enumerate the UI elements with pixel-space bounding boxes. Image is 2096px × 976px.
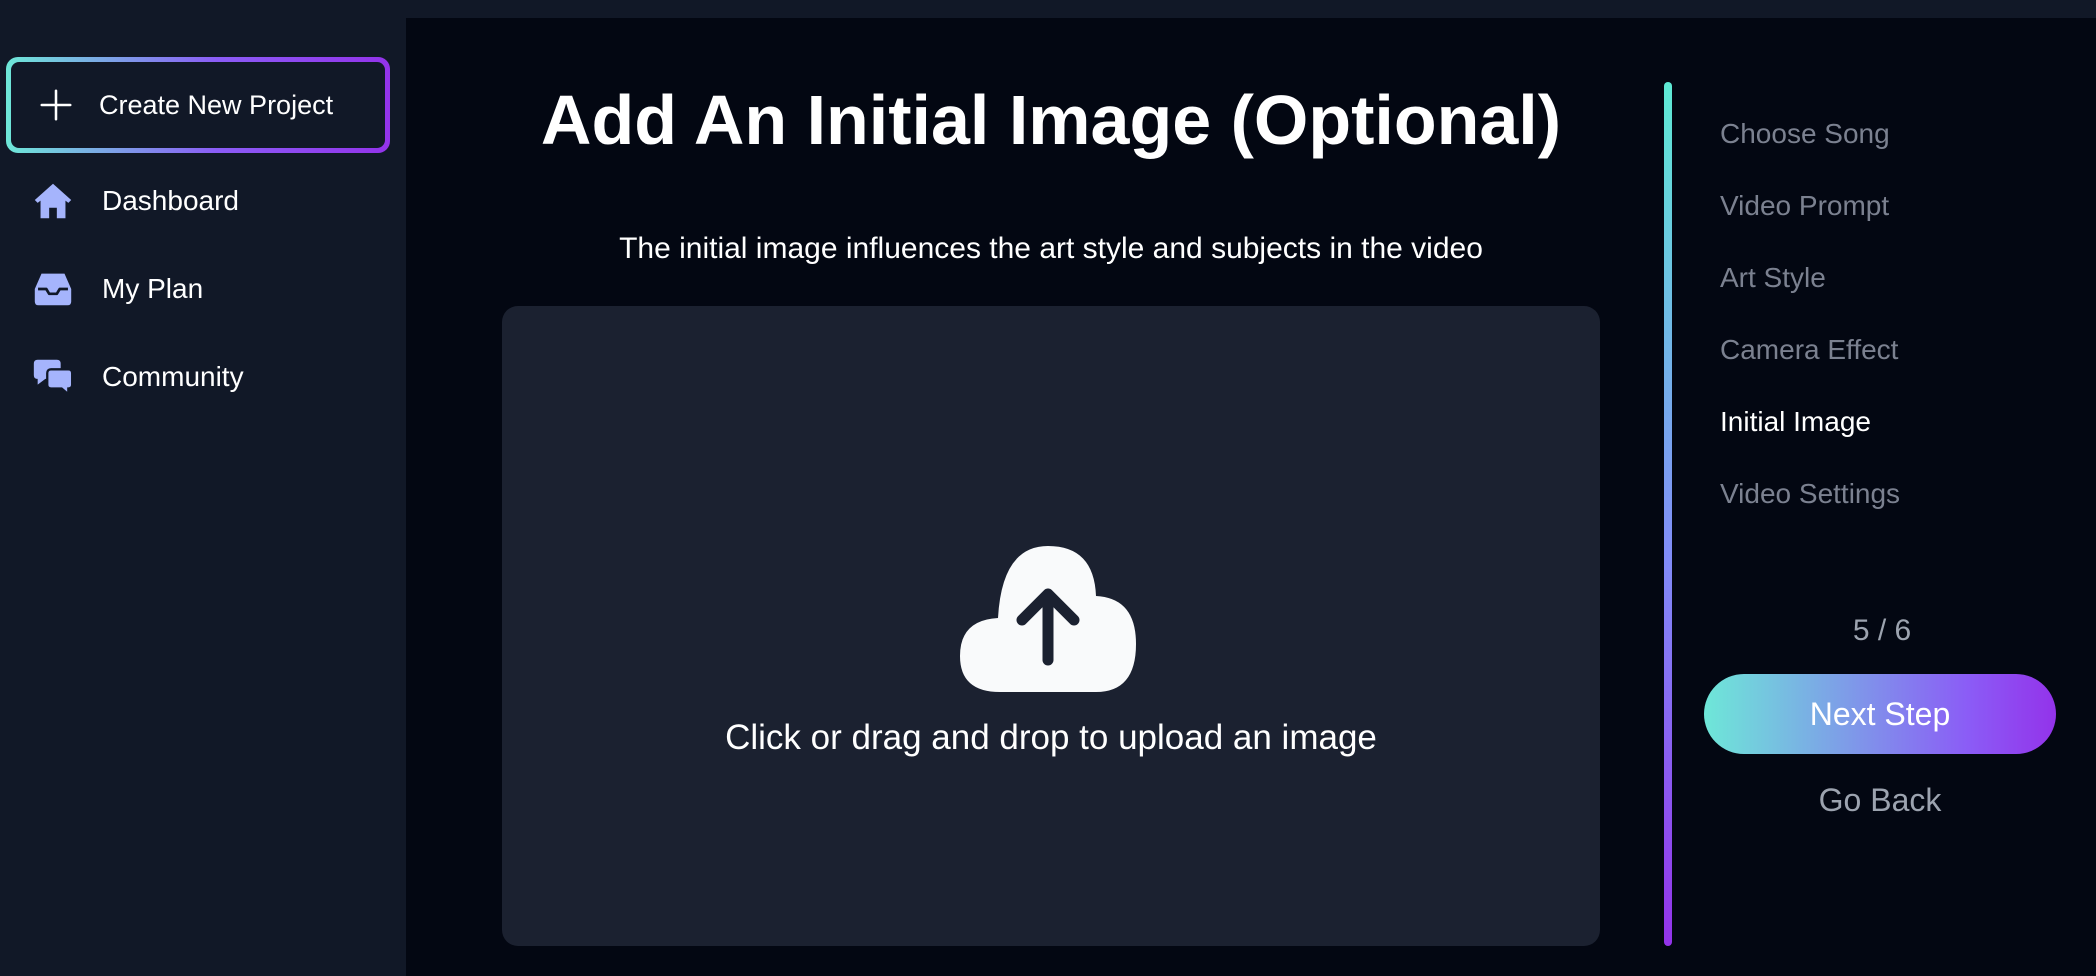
sidebar-item-community[interactable]: Community	[30, 347, 390, 407]
chat-bubbles-icon	[33, 359, 74, 397]
sidebar-item-label: My Plan	[102, 273, 204, 304]
create-new-project-button-inner: Create New Project	[11, 62, 385, 148]
sidebar-item-dashboard[interactable]: Dashboard	[30, 171, 390, 231]
page-subtitle: The initial image influences the art sty…	[619, 232, 1483, 265]
upload-instructions: Click or drag and drop to upload an imag…	[725, 718, 1377, 757]
step-video-settings[interactable]: Video Settings	[1720, 458, 1900, 530]
step-choose-song[interactable]: Choose Song	[1720, 98, 1890, 170]
step-counter: 5 / 6	[1852, 614, 1912, 647]
go-back-button[interactable]: Go Back	[1704, 770, 2056, 830]
step-art-style[interactable]: Art Style	[1720, 242, 1826, 314]
inbox-icon	[34, 273, 72, 306]
create-new-project-button[interactable]: Create New Project	[6, 57, 390, 153]
create-new-project-label: Create New Project	[99, 89, 334, 120]
sidebar-item-label: Dashboard	[102, 185, 239, 216]
next-step-button[interactable]: Next Step	[1704, 674, 2056, 754]
plus-icon	[40, 89, 72, 121]
sidebar: Create New Project Dashboard My Plan Com…	[0, 0, 406, 976]
home-icon	[34, 183, 72, 219]
page-title: Add An Initial Image (Optional)	[540, 81, 1562, 159]
step-video-prompt[interactable]: Video Prompt	[1720, 170, 1889, 242]
step-camera-effect[interactable]: Camera Effect	[1720, 314, 1898, 386]
main-content: Add An Initial Image (Optional) The init…	[406, 18, 2096, 976]
sidebar-item-my-plan[interactable]: My Plan	[30, 259, 390, 319]
step-initial-image[interactable]: Initial Image	[1720, 386, 1871, 458]
image-upload-dropzone[interactable]: Click or drag and drop to upload an imag…	[502, 306, 1600, 946]
cloud-upload-icon	[960, 546, 1136, 692]
sidebar-item-label: Community	[102, 361, 244, 392]
progress-line	[1664, 82, 1672, 946]
